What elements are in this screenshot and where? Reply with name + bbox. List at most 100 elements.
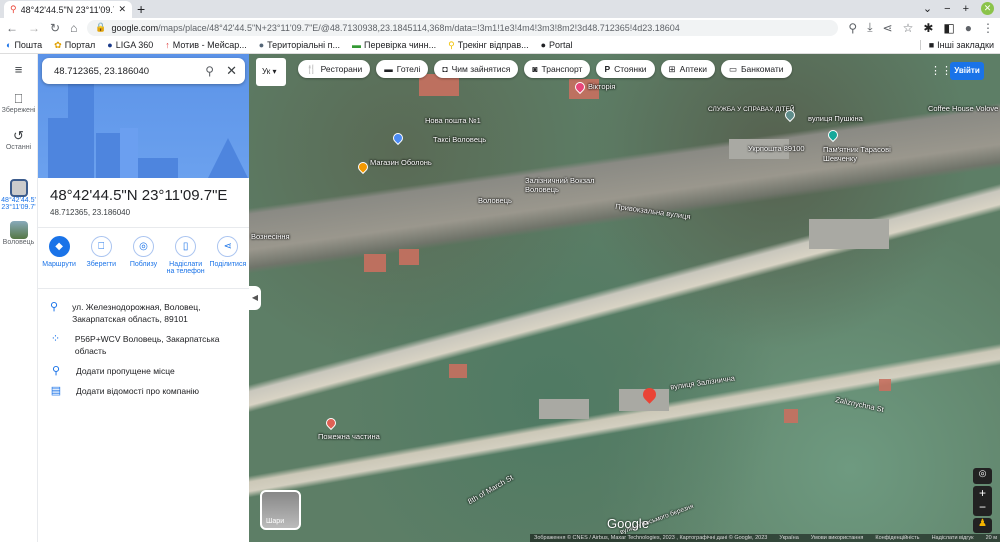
- zoom-out-button[interactable]: −: [973, 500, 992, 514]
- pegman-icon[interactable]: ♟: [973, 518, 992, 533]
- satellite-map[interactable]: [249, 54, 1000, 542]
- forward-icon[interactable]: →: [28, 21, 40, 35]
- address-bar: ← → ↻ ⌂ 🔒 google.com/maps/place/48°42'44.5"N…: [0, 18, 1000, 37]
- bookmark-icon: ⎕: [14, 91, 23, 106]
- search-icon[interactable]: ⚲: [205, 64, 214, 78]
- share-icon[interactable]: ⋖: [883, 21, 893, 35]
- search-input[interactable]: 48.712365, 23.186040: [54, 66, 205, 77]
- close-tab-icon[interactable]: ✕: [118, 4, 126, 15]
- bookmark[interactable]: ✿ Портал: [54, 40, 95, 51]
- saved-button[interactable]: ⎕ Збережені: [0, 91, 37, 114]
- language-select[interactable]: Ук ▾: [256, 58, 286, 86]
- map-label[interactable]: Coffee House Volove: [928, 104, 998, 113]
- layers-button[interactable]: Шари: [260, 490, 301, 530]
- bookmark[interactable]: ● Portal: [541, 40, 573, 50]
- chip-pharmacies[interactable]: ⊞ Аптеки: [660, 60, 715, 78]
- menu-button[interactable]: ≡: [0, 62, 37, 77]
- feedback-link[interactable]: Надіслати відгук: [932, 535, 974, 541]
- sign-in-button[interactable]: Увійти: [950, 62, 984, 80]
- map-label[interactable]: Пам'ятник Тарасові Шевченку: [823, 145, 893, 163]
- scale-bar[interactable]: 20 м: [986, 535, 997, 541]
- category-chips: 🍴 Ресторани ▬ Готелі ◘ Чим зайнятися ◙ Транс…: [298, 60, 792, 78]
- camera-icon: ◘: [442, 64, 448, 74]
- share-button[interactable]: ⋖ Поділитися: [208, 236, 248, 288]
- new-tab-button[interactable]: +: [137, 1, 145, 17]
- back-icon[interactable]: ←: [6, 21, 18, 35]
- save-button[interactable]: ⎕ Зберегти: [81, 236, 121, 288]
- map-label[interactable]: Пожежна частина: [318, 432, 380, 441]
- country-link[interactable]: Україна: [779, 535, 798, 541]
- terms-link[interactable]: Умови використання: [811, 535, 864, 541]
- chip-transport[interactable]: ◙ Транспорт: [524, 60, 591, 78]
- search-box[interactable]: 48.712365, 23.186040 ⚲ ✕: [42, 58, 245, 84]
- map-attribution: Зображення © CNES / Airbus, Maxar Techno…: [530, 534, 1000, 542]
- map-label[interactable]: Укрпошта 89100: [748, 144, 805, 153]
- map-label[interactable]: СЛУЖБА У СПРАВАХ ДІТЕЙ: [708, 106, 794, 113]
- close-icon[interactable]: ✕: [226, 63, 237, 79]
- bookmark[interactable]: ↑ Мотив - Мейсар...: [165, 40, 246, 50]
- lock-icon: 🔒: [95, 22, 107, 32]
- bookmark[interactable]: ⚲ Трекінг відправ...: [448, 40, 529, 51]
- tab-bar: ⚲48°42'44.5"N 23°11'09.7"E – Ка✕ + ⌄− + ✕: [0, 0, 1000, 18]
- location-pin-icon: ⚲: [50, 301, 59, 313]
- extensions-icon[interactable]: ✱: [923, 21, 933, 35]
- directions-button[interactable]: ◆ Маршрути: [39, 236, 79, 288]
- recent-button[interactable]: ↺ Останні: [0, 128, 37, 151]
- place-thumbnail-icon: [9, 221, 28, 239]
- sidepanel-icon[interactable]: ◧: [943, 21, 954, 35]
- bookmark[interactable]: ▬ Перевірка чинн...: [352, 40, 436, 50]
- chip-hotels[interactable]: ▬ Готелі: [376, 60, 429, 78]
- tab-search-icon[interactable]: ⌄: [923, 2, 932, 15]
- current-place-button[interactable]: 48°42'44.5' 23°11'09.7': [0, 179, 37, 211]
- zoom-controls: + −: [973, 486, 992, 516]
- chip-parking[interactable]: P Стоянки: [596, 60, 655, 78]
- volovets-button[interactable]: Воловець: [0, 221, 37, 246]
- add-business-row[interactable]: ▤ Додати відомості про компанію: [38, 381, 249, 401]
- other-bookmarks[interactable]: ■ Інші закладки: [919, 40, 994, 50]
- privacy-link[interactable]: Конфіденційність: [875, 535, 919, 541]
- map-label[interactable]: Магазин Оболонь: [370, 158, 450, 167]
- map-label[interactable]: вулиця Пушкіна: [808, 114, 863, 123]
- home-icon[interactable]: ⌂: [70, 21, 77, 35]
- map-label[interactable]: Таксі Воловець: [433, 135, 486, 144]
- reload-icon[interactable]: ↻: [50, 21, 60, 35]
- browser-tab[interactable]: ⚲48°42'44.5"N 23°11'09.7"E – Ка✕: [4, 1, 132, 18]
- bookmark[interactable]: ● Територіальні п...: [259, 40, 340, 50]
- chip-things-to-do[interactable]: ◘ Чим зайнятися: [434, 60, 519, 78]
- map-label[interactable]: Залізничний Вокзал Воловець: [525, 176, 600, 194]
- nearby-icon: ◎: [132, 236, 154, 257]
- zoom-in-button[interactable]: +: [973, 486, 992, 500]
- place-coords: 48.712365, 23.186040: [50, 208, 131, 217]
- nearby-button[interactable]: ◎ Поблизу: [123, 236, 163, 288]
- google-logo: Google: [607, 516, 649, 531]
- bookmarks-bar: ◐ Пошта ✿ Портал ● LIGA 360 ↑ Мотив - Мейсар…: [0, 37, 1000, 54]
- pharmacy-icon: ⊞: [668, 63, 676, 74]
- transit-icon: ◙: [532, 64, 538, 74]
- maximize-button[interactable]: +: [963, 3, 969, 15]
- profile-icon[interactable]: ●: [965, 21, 972, 35]
- plus-code-row[interactable]: ⁘ P56P+WCV Воловець, Закарпатська область: [38, 329, 249, 361]
- collapse-panel-button[interactable]: ◀: [249, 286, 261, 310]
- map-label[interactable]: Вікторія: [588, 82, 615, 91]
- menu-icon[interactable]: ⋮: [982, 21, 994, 35]
- minimize-button[interactable]: −: [944, 3, 950, 15]
- add-missing-place-row[interactable]: ⚲ Додати пропущене місце: [38, 361, 249, 381]
- chip-restaurants[interactable]: 🍴 Ресторани: [298, 60, 371, 78]
- bookmark[interactable]: ◐ Пошта: [6, 40, 42, 50]
- map-label[interactable]: Воловець: [478, 196, 512, 205]
- address-row[interactable]: ⚲ ул. Железнодорожная, Воловец, Закарпатс…: [38, 297, 249, 329]
- phone-icon: ▯: [175, 236, 197, 257]
- bookmark[interactable]: ● LIGA 360: [107, 40, 153, 50]
- star-icon[interactable]: ☆: [903, 21, 914, 35]
- close-window-button[interactable]: ✕: [981, 2, 994, 15]
- atm-icon: ▭: [728, 63, 737, 74]
- maps-favicon-icon: ⚲: [10, 4, 17, 14]
- map-label[interactable]: Нова пошта №1: [425, 116, 481, 125]
- zoom-icon[interactable]: ⚲: [848, 21, 857, 35]
- url-input[interactable]: 🔒 google.com/maps/place/48°42'44.5"N+23°1…: [87, 19, 839, 36]
- chip-atms[interactable]: ▭ Банкомати: [720, 60, 792, 78]
- my-location-button[interactable]: ◎: [973, 468, 992, 484]
- send-to-phone-button[interactable]: ▯ Надіслати на телефон: [166, 236, 206, 288]
- map-label[interactable]: Вознесіння: [251, 232, 295, 241]
- install-icon[interactable]: ⤓: [867, 20, 872, 35]
